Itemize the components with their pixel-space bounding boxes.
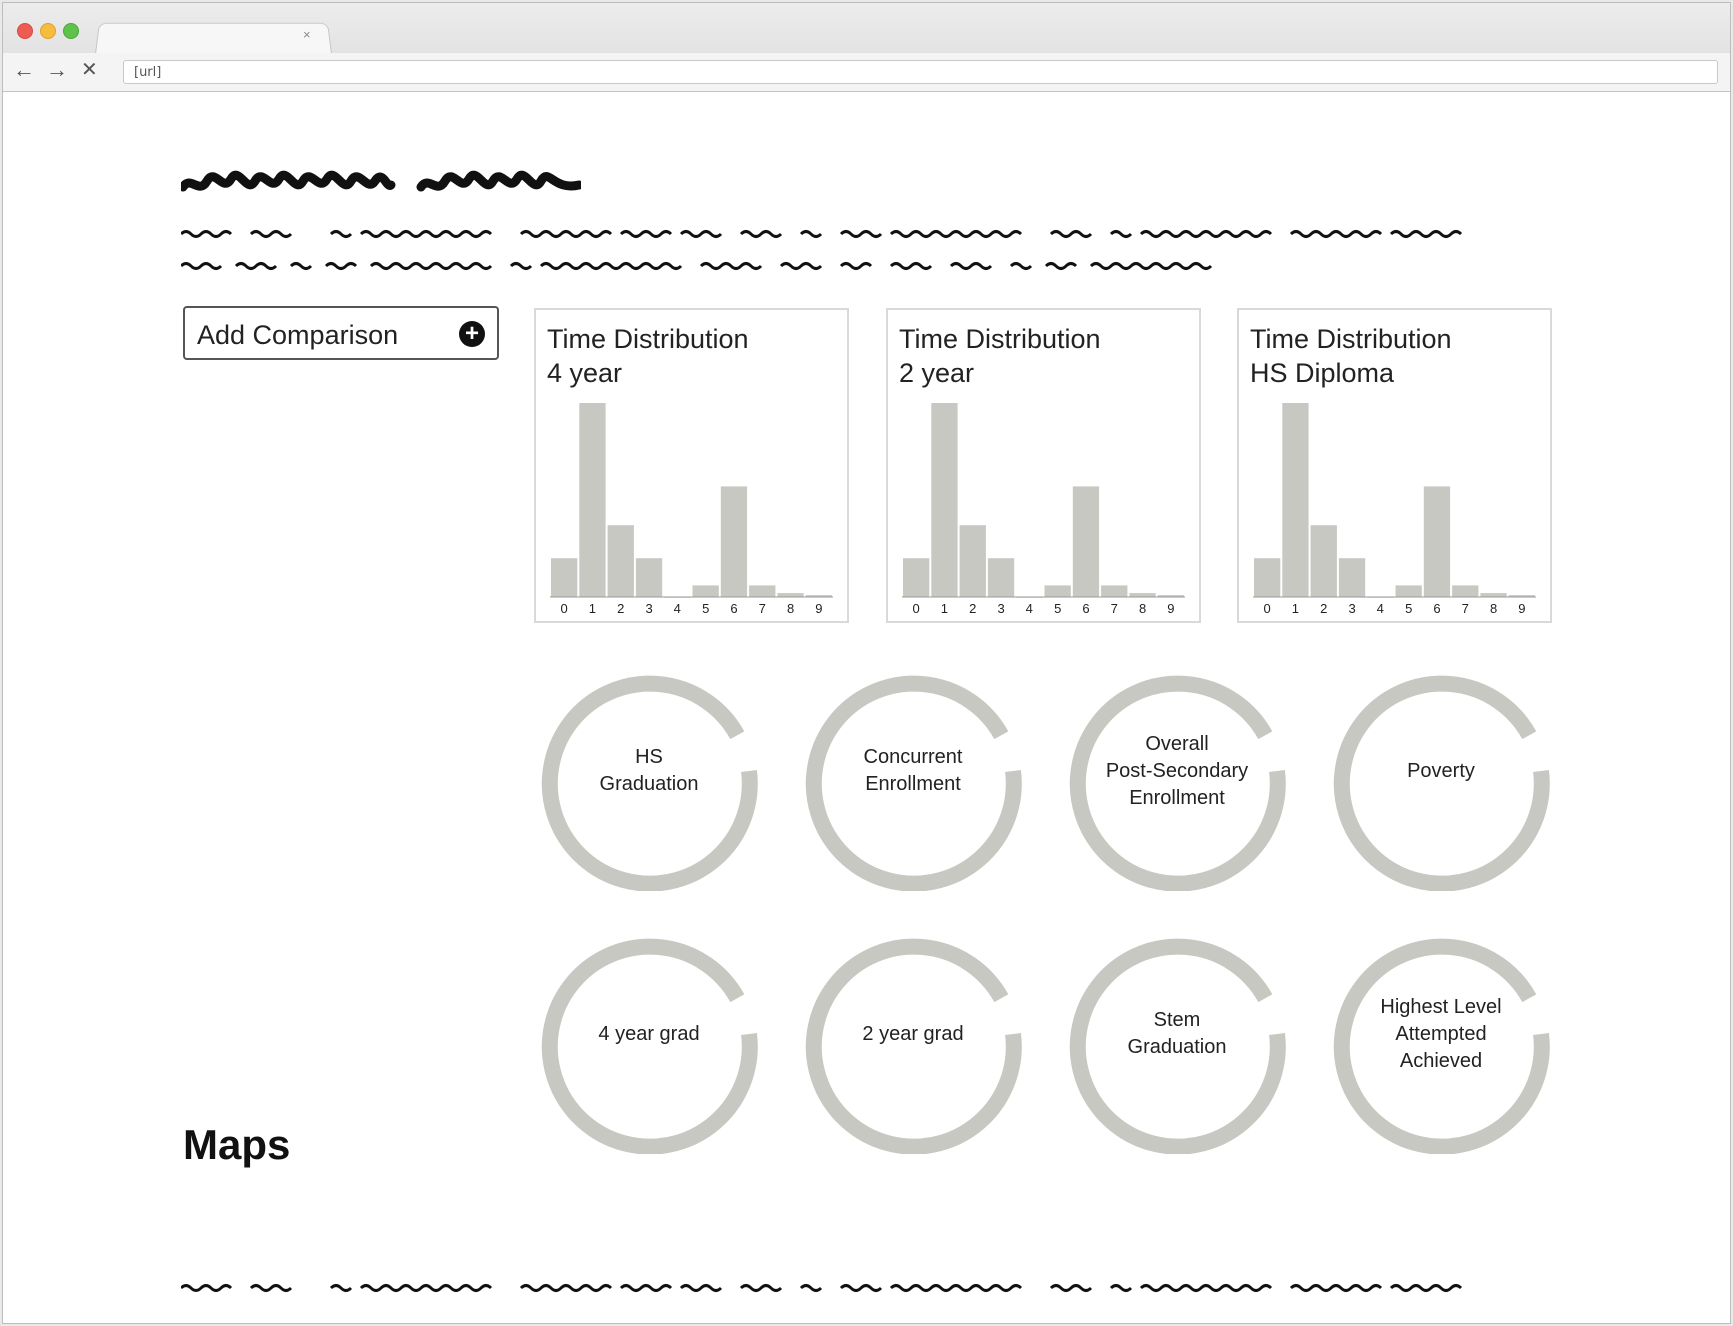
histogram-bar-6	[720, 486, 748, 597]
stop-icon[interactable]: ✕	[81, 57, 98, 83]
donut-2-year-grad[interactable]: 2 year grad	[793, 914, 1033, 1154]
histogram-bar-5	[1395, 585, 1422, 597]
tab-close-icon[interactable]: ×	[303, 27, 311, 42]
histogram-tick-label: 3	[1348, 601, 1355, 616]
back-icon[interactable]: ←	[13, 57, 35, 83]
histogram-bar-2	[959, 525, 986, 597]
donut-label: 4 year grad	[598, 1022, 700, 1045]
histogram-bar-6	[1423, 486, 1451, 597]
histogram-tick-label: 6	[1082, 601, 1089, 616]
histogram-tick-label: 0	[1263, 601, 1270, 616]
donut-overall-post-secondary-enrollment[interactable]: Overall Post-Secondary Enrollment	[1057, 651, 1297, 891]
histogram-panel-4-year: Time Distribution 4 year 0123456789	[534, 308, 849, 623]
histogram-bar-5	[692, 585, 719, 597]
histogram-tick-label: 3	[997, 601, 1004, 616]
histogram-tick-label: 5	[702, 601, 709, 616]
histogram-bar-7	[1452, 585, 1479, 597]
histogram-tick-label: 4	[1026, 601, 1033, 616]
histogram-tick-label: 8	[1490, 601, 1497, 616]
histogram-panel-hs-diploma: Time Distribution HS Diploma 0123456789	[1237, 308, 1552, 623]
maps-heading: Maps	[183, 1121, 291, 1168]
histogram-tick-label: 2	[1320, 601, 1327, 616]
tab-strip: ×	[3, 3, 1730, 54]
donut-concurrent-enrollment[interactable]: Concurrent Enrollment	[793, 651, 1033, 891]
donut-label: Concurrent Enrollment	[863, 746, 963, 795]
maximize-window-button[interactable]	[63, 23, 79, 39]
histogram-tick-label: 6	[1433, 601, 1440, 616]
donut-4-year-grad[interactable]: 4 year grad	[529, 914, 769, 1154]
plus-circle-icon: +	[459, 321, 485, 347]
histogram-chart: 0 1 2 3 4 5 6 7 8 9	[902, 403, 1185, 616]
donut-label: Highest Level Attempted Achieved	[1380, 995, 1502, 1072]
histogram-bar-5	[1044, 585, 1071, 597]
histogram-bar-8	[777, 593, 804, 597]
minimize-window-button[interactable]	[40, 23, 56, 39]
histogram-tick-label: 5	[1054, 601, 1061, 616]
redacted-text-line-3	[181, 1284, 1463, 1292]
histogram-bar-2	[607, 525, 634, 597]
histogram-bar-3	[987, 558, 1015, 597]
histogram-tick-label: 2	[969, 601, 976, 616]
histogram-tick-label: 4	[1377, 601, 1384, 616]
donut-stem-graduation[interactable]: Stem Graduation	[1057, 914, 1297, 1154]
histogram-bar-0	[551, 558, 578, 597]
histogram-tick-label: 6	[730, 601, 737, 616]
histogram-tick-label: 9	[1518, 601, 1525, 616]
histogram-bar-2	[1310, 525, 1337, 597]
histogram-tick-label: 1	[941, 601, 948, 616]
histogram-bar-0	[1254, 558, 1281, 597]
forward-icon[interactable]: →	[46, 57, 68, 83]
add-comparison-button[interactable]: Add Comparison +	[183, 306, 499, 360]
donut-label: Overall Post-Secondary Enrollment	[1105, 732, 1249, 809]
donut-label: Stem Graduation	[1127, 1009, 1227, 1058]
add-comparison-label: Add Comparison	[197, 320, 399, 350]
histogram-chart: 0 1 2 3 4 5 6 7 8 9	[550, 403, 833, 616]
histogram-tick-label: 1	[1292, 601, 1299, 616]
browser-window: × ← → ✕ [url] Add Comparison + Time Dist…	[2, 2, 1731, 1324]
histogram-bar-1	[579, 403, 606, 597]
redacted-heading	[181, 170, 581, 192]
histogram-bar-1	[931, 403, 958, 597]
histogram-bar-3	[1338, 558, 1366, 597]
histogram-tick-label: 1	[589, 601, 596, 616]
redacted-text-line-2	[181, 262, 1213, 270]
close-window-button[interactable]	[17, 23, 33, 39]
histogram-tick-label: 4	[674, 601, 681, 616]
histogram-chart: 0 1 2 3 4 5 6 7 8 9	[1253, 403, 1536, 616]
histogram-bar-7	[749, 585, 776, 597]
histogram-tick-label: 2	[617, 601, 624, 616]
page-content: Add Comparison + Time Distribution 4 year…	[3, 91, 1730, 1323]
histogram-bar-8	[1129, 593, 1156, 597]
histogram-bar-7	[1101, 585, 1128, 597]
histogram-tick-label: 0	[912, 601, 919, 616]
histogram-tick-label: 9	[1167, 601, 1174, 616]
donut-label: 2 year grad	[862, 1022, 964, 1045]
browser-chrome: × ← → ✕ [url]	[3, 3, 1730, 92]
address-bar[interactable]: [url]	[123, 60, 1718, 84]
browser-toolbar: ← → ✕ [url]	[3, 53, 1730, 91]
donut-highest-level-attempted-achieved[interactable]: Highest Level Attempted Achieved	[1321, 914, 1561, 1154]
histogram-bar-6	[1072, 486, 1100, 597]
histogram-tick-label: 9	[815, 601, 822, 616]
histogram-tick-label: 3	[645, 601, 652, 616]
redacted-text-line-1	[181, 230, 1463, 238]
histogram-bar-8	[1480, 593, 1507, 597]
histogram-bar-1	[1282, 403, 1309, 597]
browser-tab[interactable]	[95, 22, 332, 54]
histogram-bar-0	[903, 558, 930, 597]
histogram-tick-label: 7	[759, 601, 766, 616]
donut-hs-graduation[interactable]: HS Graduation	[529, 651, 769, 891]
donut-label: Poverty	[1407, 759, 1475, 782]
histogram-tick-label: 8	[787, 601, 794, 616]
histogram-tick-label: 7	[1462, 601, 1469, 616]
donut-label: HS Graduation	[599, 746, 699, 795]
histogram-bar-3	[635, 558, 663, 597]
histogram-tick-label: 7	[1111, 601, 1118, 616]
histogram-tick-label: 8	[1139, 601, 1146, 616]
histogram-tick-label: 5	[1405, 601, 1412, 616]
donut-poverty[interactable]: Poverty	[1321, 651, 1561, 891]
histogram-tick-label: 0	[560, 601, 567, 616]
histogram-panel-2-year: Time Distribution 2 year 0123456789	[886, 308, 1201, 623]
